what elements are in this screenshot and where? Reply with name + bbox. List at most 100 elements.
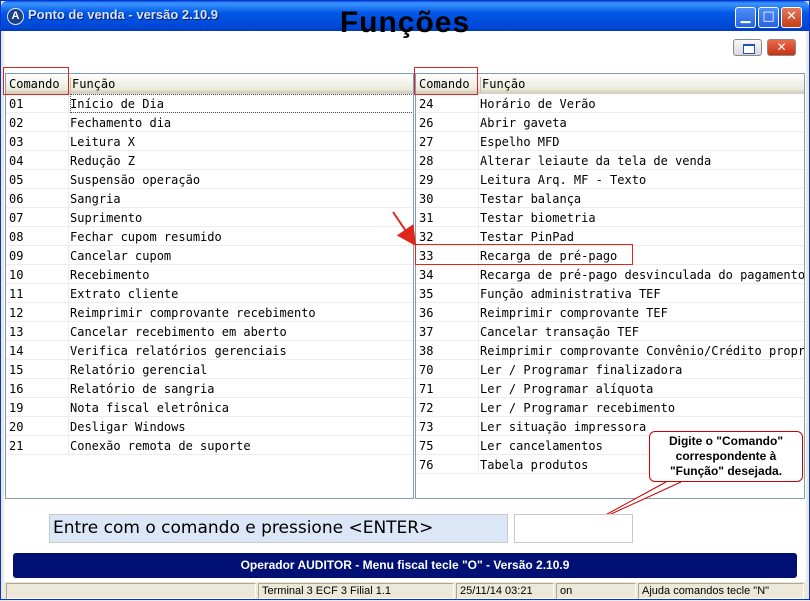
command-code: 71 [419, 382, 434, 396]
column-divider [478, 341, 479, 360]
column-divider [478, 170, 479, 189]
column-divider [68, 189, 69, 208]
function-name: Recarga de pré-pago desvinculada do paga… [480, 268, 805, 282]
column-divider [478, 303, 479, 322]
status-datetime: 25/11/14 03:21 [456, 583, 554, 599]
list-item[interactable]: 06 Sangria [6, 189, 413, 208]
list-item[interactable]: 16 Relatório de sangria [6, 379, 413, 398]
list-item[interactable]: 31 Testar biometria [416, 208, 804, 227]
column-divider [68, 284, 69, 303]
restore-icon[interactable] [733, 39, 762, 56]
function-name: Cancelar recebimento em aberto [70, 325, 287, 339]
list-item[interactable]: 02 Fechamento dia [6, 113, 413, 132]
status-connection: on [556, 583, 636, 599]
command-code: 36 [419, 306, 434, 320]
list-item[interactable]: 36 Reimprimir comprovante TEF [416, 303, 804, 322]
list-item[interactable]: 34 Recarga de pré-pago desvinculada do pa… [416, 265, 804, 284]
function-name: Testar biometria [480, 211, 596, 225]
command-code: 15 [9, 363, 24, 377]
function-name: Alterar leiaute da tela de venda [480, 154, 712, 168]
command-code: 16 [9, 382, 24, 396]
function-name: Extrato cliente [70, 287, 179, 301]
page-title: Funções [339, 6, 471, 39]
column-header-function[interactable]: Função [70, 77, 115, 92]
list-item[interactable]: 05 Suspensão operação [6, 170, 413, 189]
highlight-row-33 [415, 244, 633, 265]
command-code: 09 [9, 249, 24, 263]
highlight-command-header-left [3, 67, 69, 95]
command-code: 24 [419, 97, 434, 111]
list-item[interactable]: 26 Abrir gaveta [416, 113, 804, 132]
list-item[interactable]: 70 Ler / Programar finalizadora [416, 360, 804, 379]
column-divider [68, 132, 69, 151]
function-name: Fechamento dia [70, 116, 172, 130]
column-divider [478, 151, 479, 170]
column-divider [478, 360, 479, 379]
command-code: 03 [9, 135, 24, 149]
column-divider [478, 455, 479, 474]
command-code: 14 [9, 344, 24, 358]
list-item[interactable]: 08 Fechar cupom resumido [6, 227, 413, 246]
list-item[interactable]: 07 Suprimento [6, 208, 413, 227]
command-code: 13 [9, 325, 24, 339]
list-item[interactable]: 24 Horário de Verão [416, 94, 804, 113]
list-item[interactable]: 11 Extrato cliente [6, 284, 413, 303]
list-item[interactable]: 04 Redução Z [6, 151, 413, 170]
command-input[interactable] [514, 514, 633, 543]
rows-left: 01 Início de Dia 02 Fechamento dia 03 Leitura… [6, 94, 413, 455]
list-item[interactable]: 71 Ler / Programar alíquota [416, 379, 804, 398]
list-item[interactable]: 21 Conexão remota de suporte [6, 436, 413, 455]
column-divider [68, 303, 69, 322]
command-code: 37 [419, 325, 434, 339]
list-item[interactable]: 30 Testar balança [416, 189, 804, 208]
command-code: 34 [419, 268, 434, 282]
list-item[interactable]: 28 Alterar leiaute da tela de venda [416, 151, 804, 170]
command-code: 21 [9, 439, 24, 453]
list-item[interactable]: 20 Desligar Windows [6, 417, 413, 436]
list-item[interactable]: 19 Nota fiscal eletrônica [6, 398, 413, 417]
function-name: Conexão remota de suporte [70, 439, 251, 453]
list-item[interactable]: 35 Função administrativa TEF [416, 284, 804, 303]
function-name: Espelho MFD [480, 135, 560, 149]
list-item[interactable]: 15 Relatório gerencial [6, 360, 413, 379]
list-item[interactable]: 12 Reimprimir comprovante recebimento [6, 303, 413, 322]
functions-list-left[interactable]: Comando Função 01 Início de Dia 02 Fechamen… [5, 73, 414, 499]
column-divider [478, 94, 479, 113]
command-code: 32 [419, 230, 434, 244]
command-code: 27 [419, 135, 434, 149]
column-header-function[interactable]: Função [480, 77, 525, 92]
command-code: 11 [9, 287, 24, 301]
operator-bar: Operador AUDITOR - Menu fiscal tecle "O"… [13, 553, 797, 578]
list-item[interactable]: 27 Espelho MFD [416, 132, 804, 151]
status-bar: Terminal 3 ECF 3 Filial 1.1 25/11/14 03:… [4, 581, 806, 599]
status-help: Ajuda comandos tecle "N" [638, 583, 804, 599]
list-item[interactable]: 72 Ler / Programar recebimento [416, 398, 804, 417]
function-name: Fechar cupom resumido [70, 230, 222, 244]
command-code: 05 [9, 173, 24, 187]
list-item[interactable]: 37 Cancelar transação TEF [416, 322, 804, 341]
highlight-command-header-right [414, 67, 478, 95]
list-item[interactable]: 14 Verifica relatórios gerenciais [6, 341, 413, 360]
list-item[interactable]: 10 Recebimento [6, 265, 413, 284]
close-icon[interactable]: ✕ [767, 39, 796, 56]
command-code: 73 [419, 420, 434, 434]
list-item[interactable]: 29 Leitura Arq. MF - Texto [416, 170, 804, 189]
command-prompt-label: Entre com o comando e pressione <ENTER> [49, 514, 508, 543]
function-name: Sangria [70, 192, 121, 206]
column-divider [68, 170, 69, 189]
list-item[interactable]: 38 Reimprimir comprovante Convênio/Crédit… [416, 341, 804, 360]
column-divider [478, 265, 479, 284]
list-item[interactable]: 13 Cancelar recebimento em aberto [6, 322, 413, 341]
function-name: Abrir gaveta [480, 116, 567, 130]
command-code: 30 [419, 192, 434, 206]
function-name: Ler cancelamentos [480, 439, 603, 453]
column-divider [68, 94, 69, 113]
list-item[interactable]: 03 Leitura X [6, 132, 413, 151]
column-divider [478, 113, 479, 132]
function-name: Cancelar cupom [70, 249, 172, 263]
list-item[interactable]: 09 Cancelar cupom [6, 246, 413, 265]
command-code: 12 [9, 306, 24, 320]
column-divider [68, 113, 69, 132]
function-name: Função administrativa TEF [480, 287, 661, 301]
column-divider [478, 132, 479, 151]
